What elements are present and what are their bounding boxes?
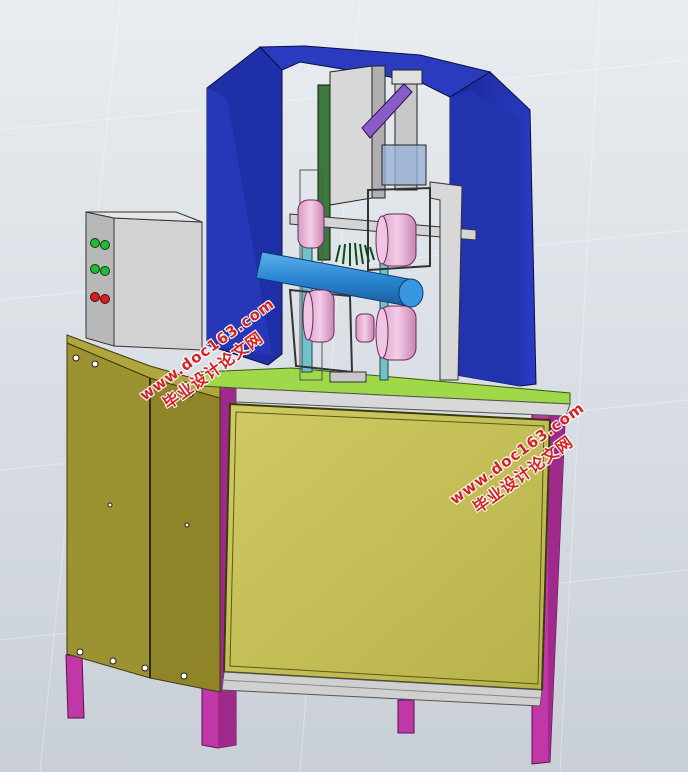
cad-viewport: www.doc163.com 毕业设计论文网 www.doc163.com 毕业… [0, 0, 688, 772]
indicator-light-green [100, 266, 110, 276]
side-panel-left [66, 342, 151, 679]
indicator-light-group [90, 238, 112, 308]
cad-model-rendering [0, 0, 688, 772]
indicator-light-green [90, 238, 100, 248]
wheel-small [355, 313, 375, 343]
indicator-light-green [90, 264, 100, 274]
indicator-light-red [90, 292, 100, 302]
indicator-light-red [100, 294, 110, 304]
side-panel-right [149, 377, 221, 693]
bracket-right [429, 181, 463, 381]
leg-front-mid [397, 699, 415, 734]
front-panel [222, 402, 552, 692]
control-box-side [113, 217, 203, 351]
leg-back-left [65, 654, 85, 719]
internal-mechanism [255, 65, 477, 383]
table-frame [199, 367, 571, 707]
indicator-light-green [100, 240, 110, 250]
wheel-top-left [297, 199, 325, 249]
vertical-plate-grey [329, 65, 373, 206]
